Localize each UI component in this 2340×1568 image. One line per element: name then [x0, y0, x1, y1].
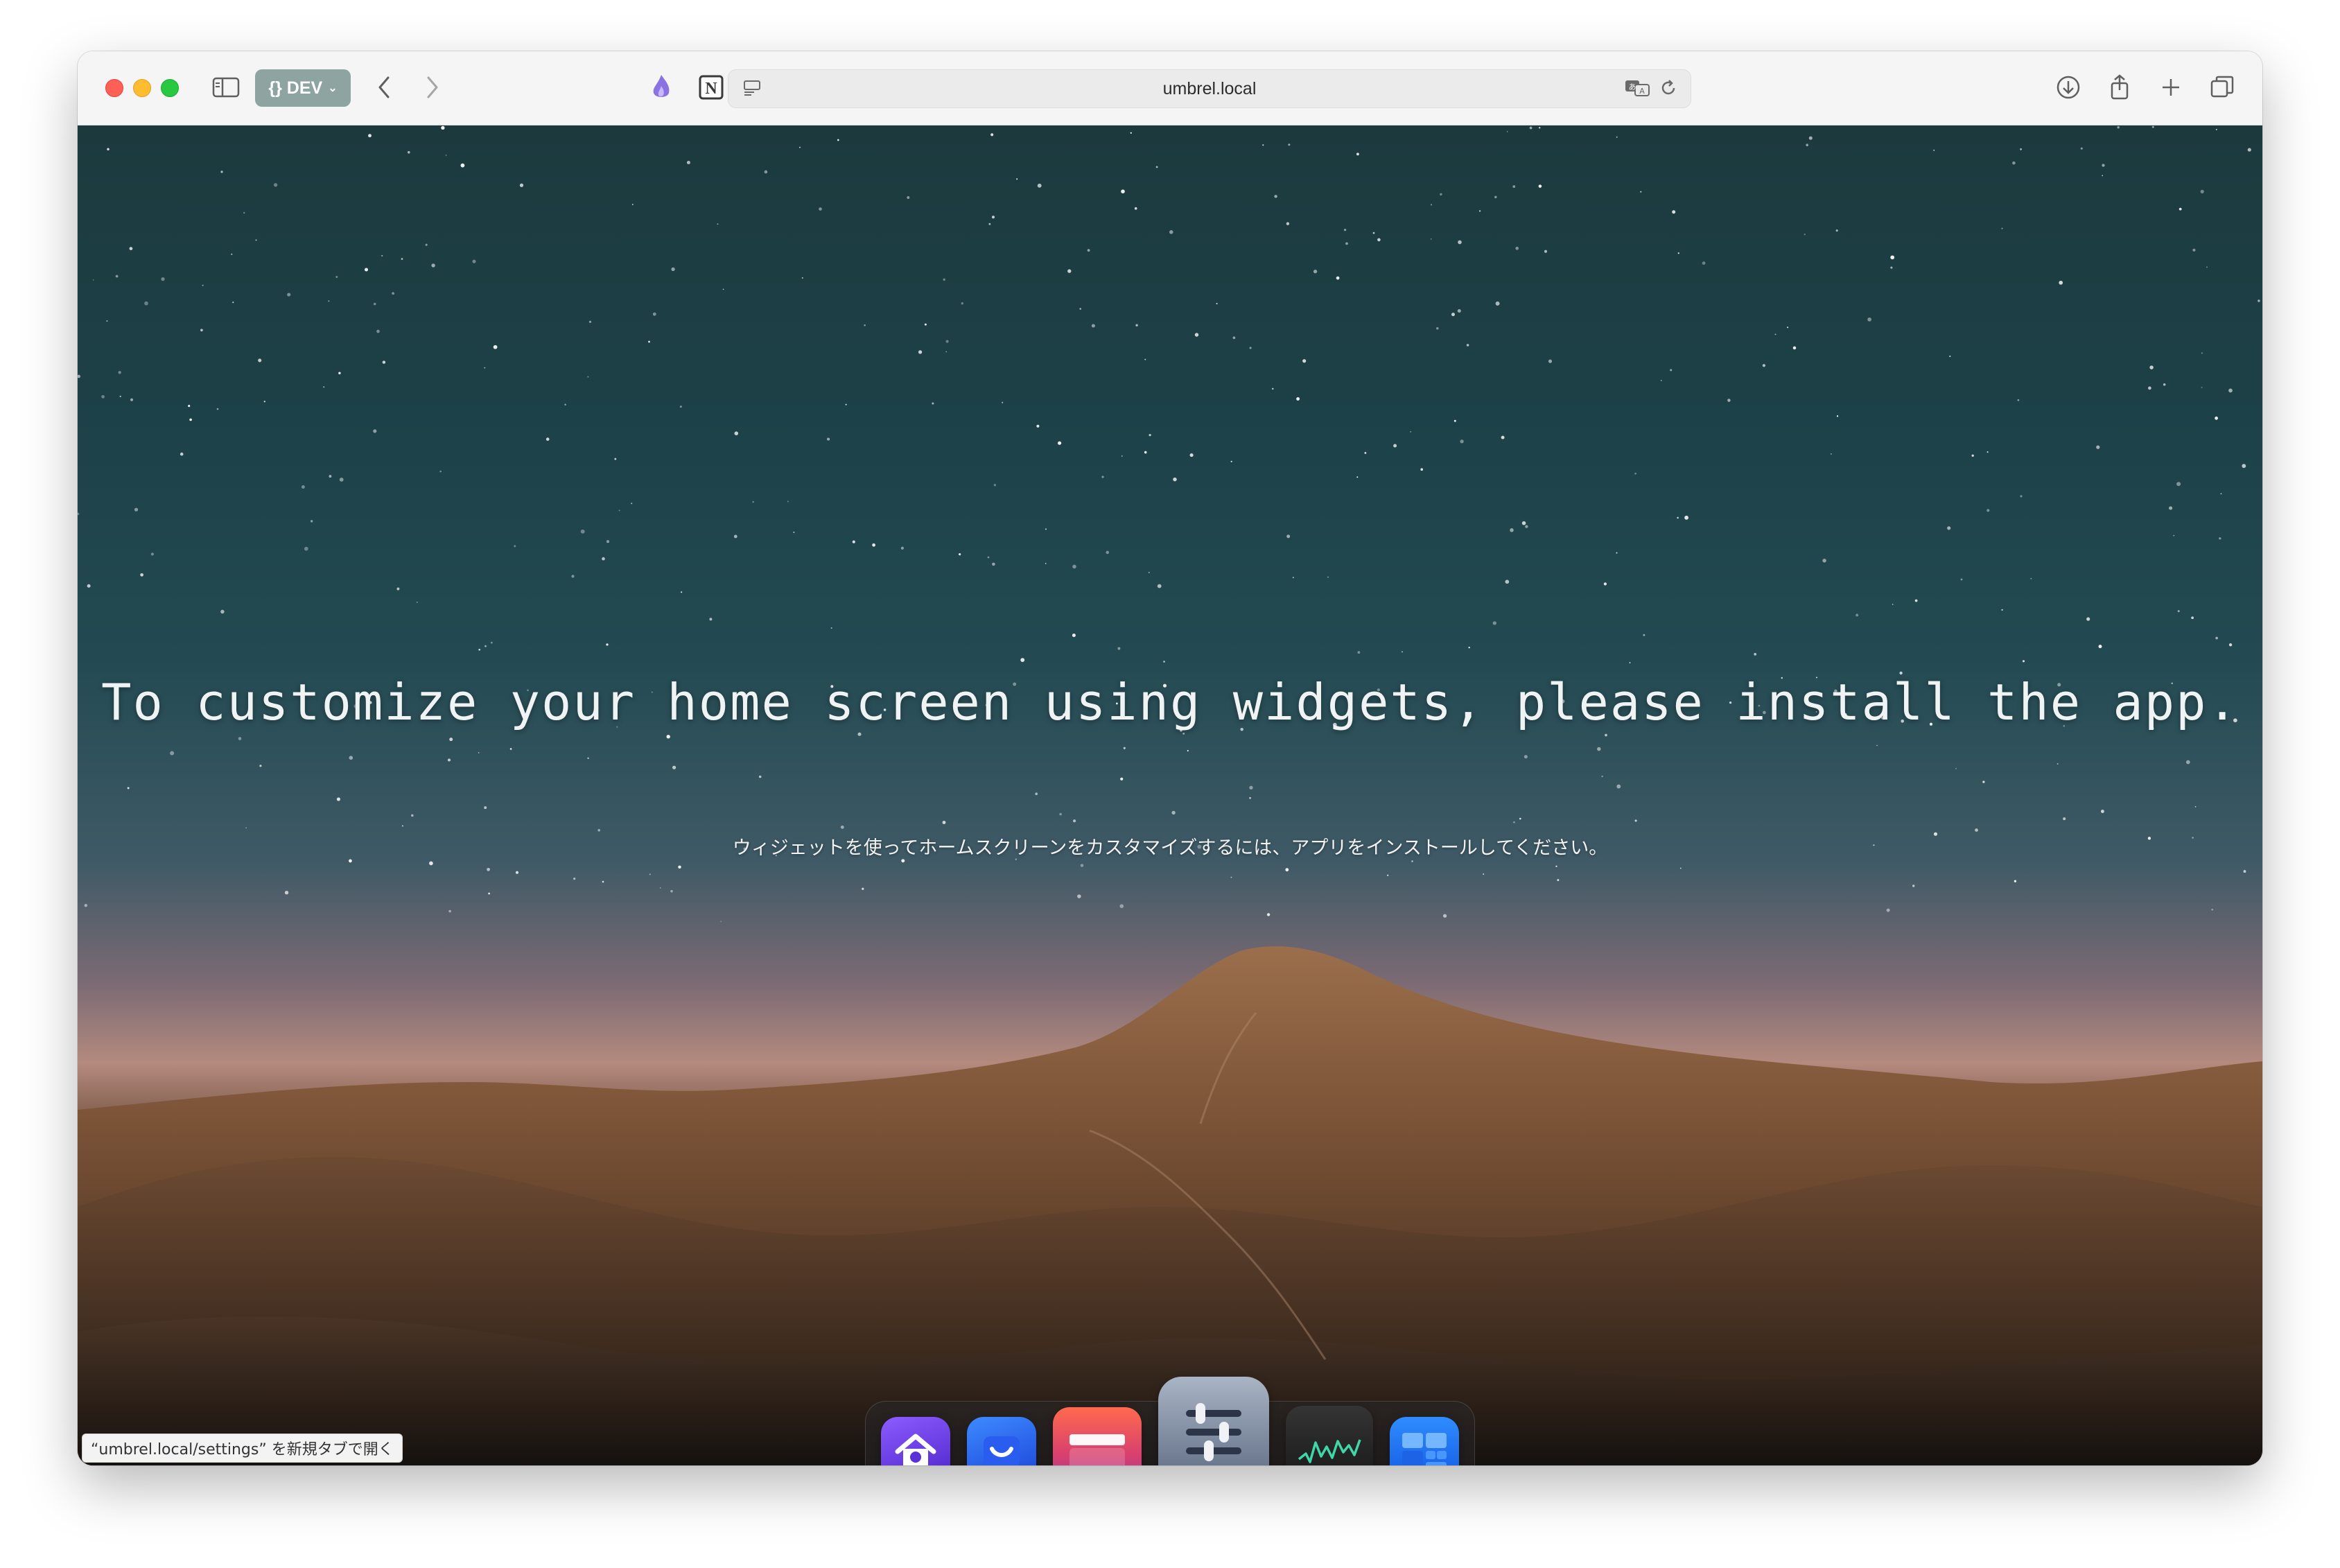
widgets-install-prompt-japanese: ウィジェットを使ってホームスクリーンをカスタマイズするには、アプリをインストール…	[732, 837, 1608, 859]
back-arrow-icon[interactable]	[369, 72, 399, 103]
widgets-install-prompt-heading: To customize your home screen using widg…	[101, 673, 2239, 731]
home-icon	[895, 1434, 936, 1465]
browser-toolbar: {} DEV ⌄ N umbrel.local あA	[78, 51, 2262, 125]
svg-text:あ: あ	[1629, 82, 1636, 92]
extension-flame-icon[interactable]	[646, 72, 676, 103]
new-tab-plus-icon[interactable]	[2156, 72, 2186, 103]
live-usage-icon	[1298, 1439, 1361, 1463]
dock-app-store[interactable]	[967, 1417, 1036, 1465]
dock-widgets-app[interactable]	[1390, 1417, 1459, 1465]
link-status-text: “umbrel.local/settings” を新規タブで開く	[91, 1441, 394, 1458]
dock-live-usage-app[interactable]	[1286, 1406, 1373, 1465]
close-window-button[interactable]	[105, 79, 123, 97]
share-icon[interactable]	[2104, 72, 2135, 103]
browser-window: {} DEV ⌄ N umbrel.local あA To customize …	[78, 51, 2262, 1465]
notion-extension-icon[interactable]: N	[696, 72, 726, 103]
link-status-bar: “umbrel.local/settings” を新規タブで開く	[82, 1434, 403, 1463]
translate-icon[interactable]: あA	[1623, 73, 1653, 103]
mountain-landscape-background	[78, 946, 2262, 1465]
address-bar[interactable]: umbrel.local あA	[728, 69, 1691, 108]
reload-icon[interactable]	[1653, 73, 1684, 103]
dev-profile-badge[interactable]: {} DEV ⌄	[255, 69, 351, 107]
widgets-icon	[1402, 1433, 1447, 1465]
settings-sliders-icon	[1186, 1403, 1241, 1461]
app-dock	[865, 1377, 1475, 1465]
dock-files-app[interactable]	[1053, 1407, 1142, 1465]
minimize-window-button[interactable]	[133, 79, 151, 97]
forward-arrow-icon[interactable]	[417, 72, 448, 103]
svg-text:A: A	[1639, 87, 1645, 96]
tab-overview-icon[interactable]	[2207, 72, 2237, 103]
app-store-icon	[984, 1436, 1020, 1465]
downloads-icon[interactable]	[2053, 72, 2084, 103]
sidebar-toggle-icon[interactable]	[211, 72, 241, 103]
dock-settings-app[interactable]	[1158, 1377, 1269, 1465]
dock-home-app[interactable]	[881, 1417, 950, 1465]
maximize-window-button[interactable]	[161, 79, 179, 97]
umbrel-home-screen: To customize your home screen using widg…	[78, 125, 2262, 1465]
dev-badge-label: {} DEV	[268, 78, 323, 98]
address-text: umbrel.local	[1162, 78, 1257, 98]
svg-text:N: N	[705, 80, 717, 98]
chevron-down-icon: ⌄	[328, 82, 338, 94]
files-icon	[1069, 1434, 1125, 1465]
